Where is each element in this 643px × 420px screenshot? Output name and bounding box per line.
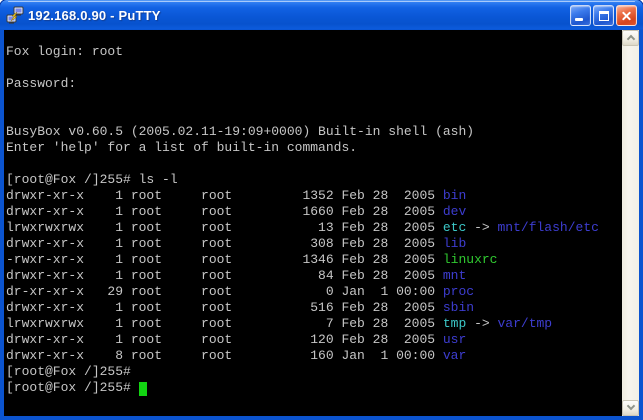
terminal-text-segment: lrwxrwxrwx 1 root root 13 Feb 28 2005: [6, 220, 443, 235]
chevron-down-icon: [626, 402, 634, 410]
terminal-line: BusyBox v0.60.5 (2005.02.11-19:09+0000) …: [6, 124, 622, 140]
maximize-icon: [599, 11, 609, 21]
terminal-line: drwxr-xr-x 1 root root 516 Feb 28 2005 s…: [6, 300, 622, 316]
terminal-text-segment: bin: [443, 188, 466, 203]
scrollbar[interactable]: [622, 30, 639, 416]
terminal-area: Fox login: root Password: BusyBox v0.60.…: [4, 30, 639, 416]
terminal-text-segment: drwxr-xr-x 1 root root 120 Feb 28 2005: [6, 332, 443, 347]
terminal-line: -rwxr-xr-x 1 root root 1346 Feb 28 2005 …: [6, 252, 622, 268]
terminal-text-segment: linuxrc: [443, 252, 498, 267]
terminal-text-segment: drwxr-xr-x 8 root root 160 Jan 1 00:00: [6, 348, 443, 363]
terminal-text-segment: usr: [443, 332, 466, 347]
terminal-text-segment: var/tmp: [498, 316, 553, 331]
terminal-line: [root@Fox /]255# ls -l: [6, 172, 622, 188]
terminal-text-segment: Password:: [6, 76, 76, 91]
terminal-cursor: [139, 382, 147, 396]
terminal-text-segment: sbin: [443, 300, 474, 315]
putty-terminal-icon: [6, 6, 24, 24]
terminal-text-segment: tmp: [443, 316, 466, 331]
terminal-line: Enter 'help' for a list of built-in comm…: [6, 140, 622, 156]
chevron-up-icon: [626, 35, 634, 43]
terminal-text-segment: -rwxr-xr-x 1 root root 1346 Feb 28 2005: [6, 252, 443, 267]
terminal-line: [6, 108, 622, 124]
minimize-button[interactable]: [570, 5, 591, 26]
scroll-down-button[interactable]: [622, 400, 639, 416]
terminal-line: [6, 92, 622, 108]
terminal-text-segment: [root@Fox /]255# ls -l: [6, 172, 178, 187]
terminal-line: lrwxrwxrwx 1 root root 7 Feb 28 2005 tmp…: [6, 316, 622, 332]
terminal-line: Password:: [6, 76, 622, 92]
terminal-text-segment: Fox login: root: [6, 44, 123, 59]
terminal-line: [root@Fox /]255#: [6, 380, 622, 396]
putty-window: 192.168.0.90 - PuTTY Fox login: root Pas…: [0, 0, 643, 420]
terminal-text-segment: drwxr-xr-x 1 root root 1660 Feb 28 2005: [6, 204, 443, 219]
terminal-line: [6, 156, 622, 172]
terminal-text-segment: lrwxrwxrwx 1 root root 7 Feb 28 2005: [6, 316, 443, 331]
terminal-text-segment: proc: [443, 284, 474, 299]
scroll-up-button[interactable]: [622, 30, 639, 46]
terminal-line: drwxr-xr-x 1 root root 308 Feb 28 2005 l…: [6, 236, 622, 252]
terminal-text-segment: drwxr-xr-x 1 root root 516 Feb 28 2005: [6, 300, 443, 315]
terminal-text-segment: [root@Fox /]255#: [6, 380, 139, 395]
minimize-icon: [575, 18, 583, 21]
terminal-text-segment: mnt: [443, 268, 466, 283]
terminal-text-segment: drwxr-xr-x 1 root root 1352 Feb 28 2005: [6, 188, 443, 203]
terminal-line: drwxr-xr-x 1 root root 84 Feb 28 2005 mn…: [6, 268, 622, 284]
terminal-text-segment: dr-xr-xr-x 29 root root 0 Jan 1 00:00: [6, 284, 443, 299]
terminal-text-segment: dev: [443, 204, 466, 219]
titlebar[interactable]: 192.168.0.90 - PuTTY: [0, 0, 643, 30]
terminal-text-segment: [root@Fox /]255#: [6, 364, 131, 379]
scrollbar-track[interactable]: [622, 46, 639, 400]
terminal-text-segment: var: [443, 348, 466, 363]
terminal-text-segment: BusyBox v0.60.5 (2005.02.11-19:09+0000) …: [6, 124, 474, 139]
terminal-text-segment: ->: [466, 220, 497, 235]
terminal-text-segment: ->: [466, 316, 497, 331]
terminal-line: drwxr-xr-x 1 root root 1352 Feb 28 2005 …: [6, 188, 622, 204]
putty-app-icon[interactable]: [6, 6, 24, 24]
terminal-text-segment: drwxr-xr-x 1 root root 84 Feb 28 2005: [6, 268, 443, 283]
terminal-text-segment: Enter 'help' for a list of built-in comm…: [6, 140, 357, 155]
terminal-text-segment: drwxr-xr-x 1 root root 308 Feb 28 2005: [6, 236, 443, 251]
terminal-line: [root@Fox /]255#: [6, 364, 622, 380]
maximize-button[interactable]: [593, 5, 614, 26]
terminal-text-segment: etc: [443, 220, 466, 235]
terminal-text-segment: lib: [443, 236, 466, 251]
terminal-line: drwxr-xr-x 8 root root 160 Jan 1 00:00 v…: [6, 348, 622, 364]
terminal-line: [6, 60, 622, 76]
window-title: 192.168.0.90 - PuTTY: [28, 8, 570, 23]
terminal-text-segment: mnt/flash/etc: [498, 220, 599, 235]
window-controls: [570, 5, 637, 26]
terminal-line: dr-xr-xr-x 29 root root 0 Jan 1 00:00 pr…: [6, 284, 622, 300]
terminal-line: drwxr-xr-x 1 root root 120 Feb 28 2005 u…: [6, 332, 622, 348]
terminal-line: lrwxrwxrwx 1 root root 13 Feb 28 2005 et…: [6, 220, 622, 236]
close-icon: [617, 6, 636, 25]
terminal-line: drwxr-xr-x 1 root root 1660 Feb 28 2005 …: [6, 204, 622, 220]
close-button[interactable]: [616, 5, 637, 26]
terminal-screen[interactable]: Fox login: root Password: BusyBox v0.60.…: [4, 30, 622, 416]
terminal-line: Fox login: root: [6, 44, 622, 60]
